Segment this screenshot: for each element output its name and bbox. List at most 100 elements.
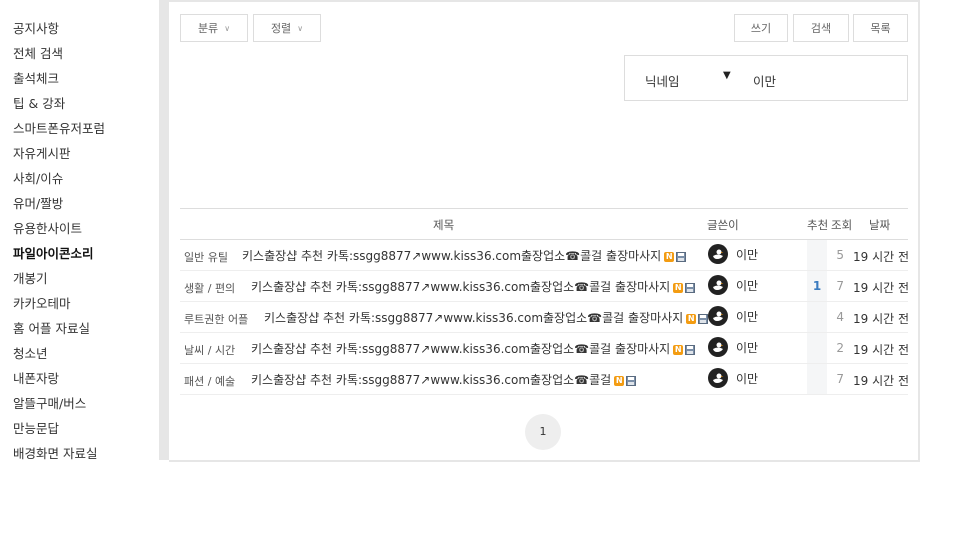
file-icon — [626, 375, 637, 386]
table-row[interactable]: 일반 유틸 키스출장샵 추천 카톡:ssgg8877↗www.kiss36.co… — [180, 240, 910, 271]
sidebar-item-wallpapers[interactable]: 배경화면 자료실 — [13, 443, 97, 462]
author-name: 이만 — [736, 371, 759, 386]
file-icon — [698, 313, 709, 324]
header-views: 조회 — [831, 218, 853, 232]
author-name: 이만 — [736, 247, 759, 262]
write-button[interactable]: 쓰기 — [734, 14, 788, 42]
sidebar-item-file-icon-sound[interactable]: 파일아이콘소리 — [13, 243, 94, 262]
sidebar-item-useful-sites[interactable]: 유용한사이트 — [13, 218, 82, 237]
row-author[interactable]: 이만 — [708, 337, 758, 357]
sidebar-item-tips[interactable]: 팁 & 강좌 — [13, 93, 65, 112]
chevron-down-icon: ∨ — [297, 23, 304, 33]
sidebar-item-humor[interactable]: 유머/짤방 — [13, 193, 63, 212]
new-badge-icon: N — [686, 313, 697, 324]
row-author[interactable]: 이만 — [708, 306, 758, 326]
row-date: 19 시간 전 — [853, 250, 910, 264]
sidebar-item-qna[interactable]: 만능문답 — [13, 418, 59, 437]
row-category[interactable]: 생활 / 편의 — [184, 280, 235, 296]
sidebar-item-smartphone-forum[interactable]: 스마트폰유저포럼 — [13, 118, 105, 137]
search-label: 검색 — [810, 22, 832, 35]
row-category[interactable]: 루트권한 어플 — [184, 311, 248, 327]
row-date: 19 시간 전 — [853, 281, 910, 295]
sidebar-item-home-app[interactable]: 홈 어플 자료실 — [13, 318, 90, 337]
row-title-text[interactable]: 키스출장샵 추천 카톡:ssgg8877↗www.kiss36.com출장업소☎… — [264, 311, 683, 325]
sidebar-item-free-board[interactable]: 자유게시판 — [13, 143, 71, 162]
table-row[interactable]: 날씨 / 시간 키스출장샵 추천 카톡:ssgg8877↗www.kiss36.… — [180, 333, 910, 364]
row-title[interactable]: 키스출장샵 추천 카톡:ssgg8877↗www.kiss36.com출장업소☎… — [251, 278, 696, 295]
duck-avatar-icon — [708, 368, 728, 388]
table-row[interactable]: 생활 / 편의 키스출장샵 추천 카톡:ssgg8877↗www.kiss36.… — [180, 271, 910, 302]
sort-label: 정렬 — [270, 22, 292, 35]
category-label: 분류 — [197, 22, 219, 35]
sidebar-item-kakao-theme[interactable]: 카카오테마 — [13, 293, 71, 312]
sidebar-item-society[interactable]: 사회/이슈 — [13, 168, 63, 187]
search-field-select[interactable]: 닉네임 — [645, 71, 680, 90]
row-title-text[interactable]: 키스출장샵 추천 카톡:ssgg8877↗www.kiss36.com출장업소☎… — [251, 280, 670, 294]
sidebar-item-youth[interactable]: 청소년 — [13, 343, 48, 362]
row-date: 19 시간 전 — [853, 343, 910, 357]
search-input[interactable]: 이만 — [753, 71, 776, 90]
row-author[interactable]: 이만 — [708, 368, 758, 388]
dropdown-arrow-icon[interactable]: ▼ — [723, 70, 731, 81]
sidebar: 공지사항 전체 검색 출석체크 팁 & 강좌 스마트폰유저포럼 자유게시판 사회… — [0, 0, 159, 462]
row-category[interactable]: 일반 유틸 — [184, 249, 228, 265]
row-title[interactable]: 키스출장샵 추천 카톡:ssgg8877↗www.kiss36.com출장업소☎… — [251, 340, 696, 357]
new-badge-icon: N — [614, 375, 625, 386]
category-dropdown[interactable]: 분류 ∨ — [180, 14, 248, 42]
row-title[interactable]: 키스출장샵 추천 카톡:ssgg8877↗www.kiss36.com출장업소☎… — [264, 309, 709, 326]
duck-avatar-icon — [708, 306, 728, 326]
row-recommend — [807, 333, 827, 363]
write-label: 쓰기 — [750, 22, 772, 35]
row-date: 19 시간 전 — [853, 312, 910, 326]
duck-avatar-icon — [708, 275, 728, 295]
row-author[interactable]: 이만 — [708, 244, 758, 264]
author-name: 이만 — [736, 309, 759, 324]
header-author: 글쓴이 — [707, 218, 739, 232]
sidebar-item-unboxing[interactable]: 개봉기 — [13, 268, 48, 287]
row-title[interactable]: 키스출장샵 추천 카톡:ssgg8877↗www.kiss36.com출장업소☎… — [242, 247, 687, 264]
chevron-down-icon: ∨ — [224, 23, 231, 33]
new-badge-icon: N — [673, 344, 684, 355]
row-views: 4 — [836, 310, 844, 324]
sidebar-item-notice[interactable]: 공지사항 — [13, 18, 59, 37]
table-header: 제목 글쓴이 추천 조회 날짜 — [180, 208, 908, 240]
row-title-text[interactable]: 키스출장샵 추천 카톡:ssgg8877↗www.kiss36.com출장업소☎… — [242, 249, 661, 263]
new-badge-icon: N — [664, 251, 675, 262]
header-recommend: 추천 — [807, 218, 829, 232]
row-title-text[interactable]: 키스출장샵 추천 카톡:ssgg8877↗www.kiss36.com출장업소☎… — [251, 373, 611, 387]
table-row[interactable]: 루트권한 어플 키스출장샵 추천 카톡:ssgg8877↗www.kiss36.… — [180, 302, 910, 333]
duck-avatar-icon — [708, 244, 728, 264]
row-views: 7 — [836, 279, 844, 293]
sidebar-item-my-phone[interactable]: 내폰자랑 — [13, 368, 59, 387]
file-icon — [685, 344, 696, 355]
author-name: 이만 — [736, 278, 759, 293]
table-row[interactable]: 패션 / 예술 키스출장샵 추천 카톡:ssgg8877↗www.kiss36.… — [180, 364, 909, 395]
duck-avatar-icon — [708, 337, 728, 357]
list-label: 목록 — [870, 22, 891, 35]
sidebar-divider — [159, 0, 169, 460]
page-button-current[interactable]: 1 — [525, 414, 561, 450]
row-title[interactable]: 키스출장샵 추천 카톡:ssgg8877↗www.kiss36.com출장업소☎… — [251, 371, 637, 388]
post-table: 제목 글쓴이 추천 조회 날짜 일반 유틸 키스출장샵 추천 카톡:ssgg88… — [180, 208, 910, 395]
file-icon — [676, 251, 687, 262]
search-form: 닉네임 ▼ 이만 — [624, 55, 908, 101]
sidebar-item-bargain[interactable]: 알뜰구매/버스 — [13, 393, 86, 412]
row-title-text[interactable]: 키스출장샵 추천 카톡:ssgg8877↗www.kiss36.com출장업소☎… — [251, 342, 670, 356]
sort-dropdown[interactable]: 정렬 ∨ — [253, 14, 321, 42]
row-recommend: 1 — [807, 271, 827, 301]
list-button[interactable]: 목록 — [853, 14, 908, 42]
row-views: 7 — [836, 372, 844, 386]
sidebar-item-attendance[interactable]: 출석체크 — [13, 68, 59, 87]
sidebar-item-search-all[interactable]: 전체 검색 — [13, 43, 63, 62]
row-category[interactable]: 패션 / 예술 — [184, 373, 235, 389]
row-category[interactable]: 날씨 / 시간 — [184, 342, 235, 358]
new-badge-icon: N — [673, 282, 684, 293]
row-author[interactable]: 이만 — [708, 275, 758, 295]
row-views: 5 — [836, 248, 844, 262]
search-button[interactable]: 검색 — [793, 14, 849, 42]
author-name: 이만 — [736, 340, 759, 355]
file-icon — [685, 282, 696, 293]
header-date: 날짜 — [869, 218, 891, 232]
row-recommend — [807, 302, 827, 332]
board-panel: 분류 ∨ 정렬 ∨ 쓰기 검색 목록 닉네임 ▼ 이만 제목 글쓴이 추천 조회… — [169, 0, 920, 462]
